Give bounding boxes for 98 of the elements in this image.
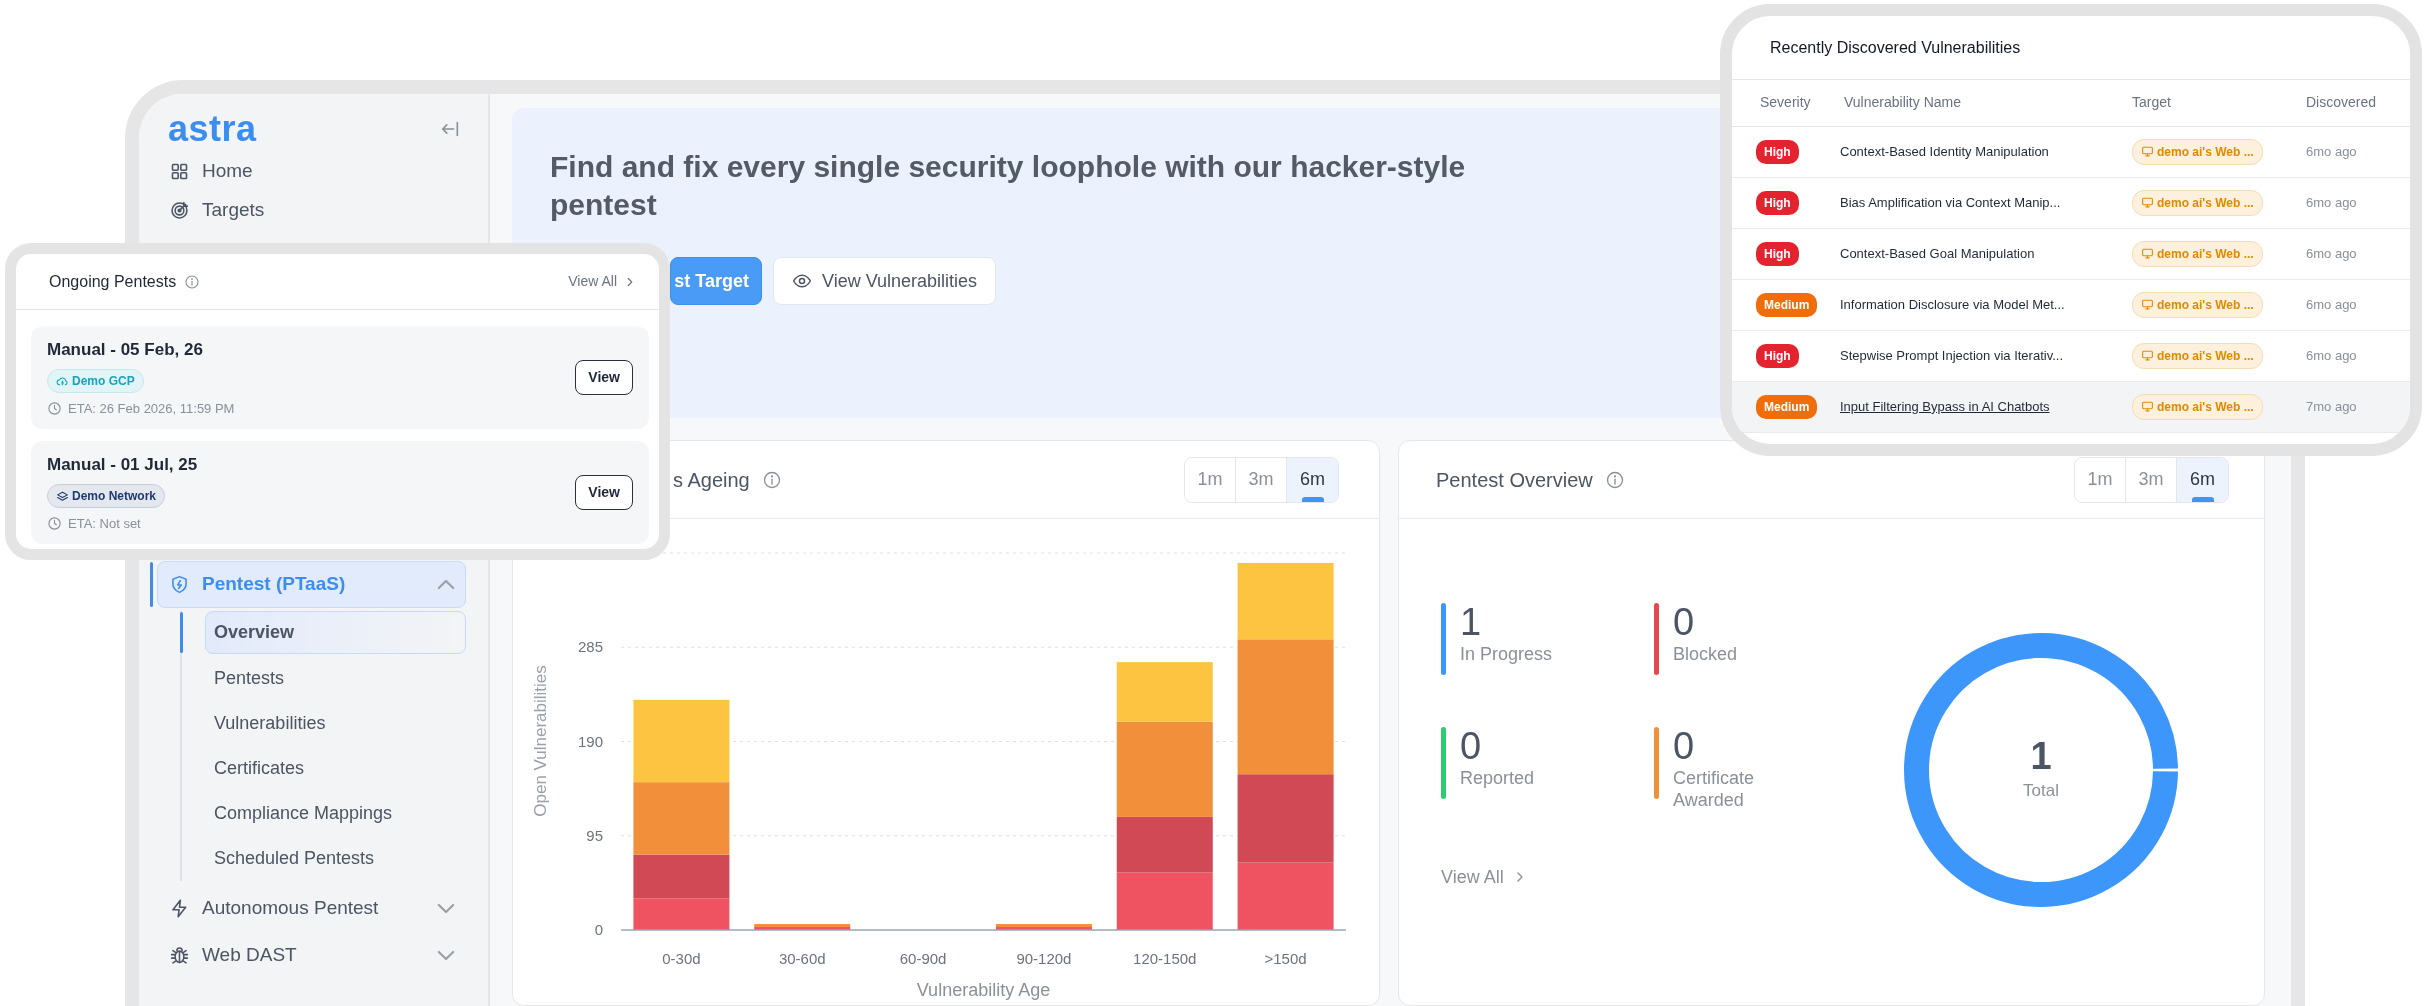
panel-title: Recently Discovered Vulnerabilities <box>1732 16 2410 80</box>
stat-value: 0 <box>1673 727 1696 767</box>
monitor-icon <box>2141 247 2154 260</box>
severity-badge: Medium <box>1756 394 1818 419</box>
card-title: Pentest Overview <box>1436 467 1593 493</box>
column-header: Vulnerability Name <box>1832 80 2122 126</box>
chevron-icon <box>437 950 455 961</box>
sidebar-subitem[interactable]: Certificates <box>205 746 466 791</box>
sidebar-subitem[interactable]: Compliance Mappings <box>205 791 466 836</box>
stat-label: In Progress <box>1460 642 1553 666</box>
column-header: Target <box>2122 80 2292 126</box>
target-tag: Demo GCP <box>47 369 144 393</box>
severity-badge: High <box>1756 190 1799 215</box>
discovered-time: 6mo ago <box>2292 279 2410 330</box>
sidebar-subitem[interactable]: Vulnerabilities <box>205 701 466 746</box>
stat-label: Reported <box>1460 766 1535 790</box>
view-button[interactable]: View <box>575 475 633 510</box>
target-tag: demo ai's Web ... <box>2132 240 2263 267</box>
vulnerability-name[interactable]: Context-Based Identity Manipulation <box>1832 126 2122 177</box>
clock-icon <box>47 516 62 532</box>
eta-text: ETA: Not set <box>68 515 141 533</box>
x-tick-label: 60-90d <box>899 950 947 967</box>
target-tag: demo ai's Web ... <box>2132 138 2263 165</box>
sidebar-item[interactable]: Home <box>157 156 466 186</box>
target-tag: demo ai's Web ... <box>2132 393 2263 420</box>
stat-value: 1 <box>1460 603 1483 643</box>
target-tag: demo ai's Web ... <box>2132 189 2263 216</box>
stat-value: 0 <box>1673 603 1696 643</box>
severity-badge: High <box>1756 241 1799 266</box>
stat-value: 0 <box>1460 727 1483 767</box>
discovered-time: 7mo ago <box>2292 381 2410 432</box>
monitor-icon <box>2141 145 2154 158</box>
monitor-icon <box>2141 196 2154 209</box>
pentest-title: Manual - 01 Jul, 25 <box>47 453 198 476</box>
monitor-icon <box>2141 400 2154 413</box>
vulnerability-name[interactable]: Input Filtering Bypass in AI Chatbots <box>1832 381 2122 432</box>
x-tick-label: 0-30d <box>662 950 701 967</box>
view-all-link[interactable]: View All <box>568 271 637 292</box>
chevron-icon <box>437 903 455 914</box>
severity-badge: High <box>1756 139 1799 164</box>
info-icon <box>761 469 782 490</box>
sidebar-subitem[interactable]: Scheduled Pentests <box>205 836 466 881</box>
sidebar-subitem[interactable]: Pentests <box>205 656 466 701</box>
sidebar-item[interactable]: Targets <box>157 195 466 225</box>
y-tick-label: 190 <box>577 732 603 750</box>
sidebar-item[interactable]: Autonomous Pentest <box>157 885 466 932</box>
chevron-icon <box>437 579 455 590</box>
monitor-icon <box>2141 349 2154 362</box>
active-indicator <box>180 612 183 653</box>
x-axis-title: Vulnerability Age <box>916 980 1051 1000</box>
y-tick-label: 95 <box>586 826 603 844</box>
target-icon <box>169 199 190 221</box>
eta-text: ETA: 26 Feb 2026, 11:59 PM <box>68 400 235 418</box>
vulnerability-name[interactable]: Bias Amplification via Context Manip... <box>1832 177 2122 228</box>
stat-label: Blocked <box>1673 642 1738 666</box>
bug-icon <box>169 945 190 966</box>
severity-badge: High <box>1756 343 1799 368</box>
monitor-icon <box>2141 298 2154 311</box>
vulnerability-name[interactable]: Stepwise Prompt Injection via Iterativ... <box>1832 330 2122 381</box>
shield-icon <box>169 574 190 595</box>
range-tab[interactable]: 6m <box>1287 457 1338 502</box>
panel-title: Ongoing Pentests <box>49 271 177 292</box>
severity-badge: Medium <box>1756 292 1818 317</box>
discovered-time: 6mo ago <box>2292 177 2410 228</box>
target-tag: Demo Network <box>47 484 166 508</box>
y-axis-title: Open Vulnerabilities <box>531 665 550 817</box>
layers-icon <box>56 489 69 503</box>
logo: astra <box>167 111 257 147</box>
active-indicator <box>150 562 153 607</box>
target-tag: demo ai's Web ... <box>2132 342 2263 369</box>
y-tick-label: 0 <box>594 921 603 938</box>
vulnerability-name[interactable]: Information Disclosure via Model Met... <box>1832 279 2122 330</box>
card-title: s Ageing <box>673 467 750 493</box>
cloud-icon <box>56 374 69 388</box>
discovered-time: 6mo ago <box>2292 126 2410 177</box>
discovered-time: 6mo ago <box>2292 228 2410 279</box>
stat-label: Certificate Awarded <box>1673 766 1756 812</box>
info-icon <box>184 273 201 290</box>
y-tick-label: 285 <box>577 638 603 656</box>
view-button[interactable]: View <box>575 360 633 395</box>
vulnerability-name[interactable]: Context-Based Goal Manipulation <box>1832 228 2122 279</box>
hero-title: Find and fix every single security loophole with our hacker-style pentest <box>550 149 1467 224</box>
discovered-time: 6mo ago <box>2292 330 2410 381</box>
view-vulnerabilities-button[interactable]: View Vulnerabilities <box>773 257 997 306</box>
pentest-title: Manual - 05 Feb, 26 <box>47 338 204 361</box>
x-tick-label: 30-60d <box>778 950 826 967</box>
x-tick-label: 120-150d <box>1133 950 1197 967</box>
donut-value: 1 <box>2029 736 2053 779</box>
target-tag: demo ai's Web ... <box>2132 291 2263 318</box>
info-icon <box>1604 469 1625 490</box>
sidebar-item[interactable]: Web DAST <box>157 932 466 979</box>
clock-icon <box>47 401 62 417</box>
donut-label: Total <box>2023 780 2059 803</box>
column-header: Discovered <box>2292 80 2410 126</box>
x-tick-label: >150d <box>1264 950 1307 967</box>
x-tick-label: 90-120d <box>1016 950 1072 967</box>
range-tab[interactable]: 6m <box>2177 457 2228 502</box>
column-header: Severity <box>1732 80 1832 126</box>
